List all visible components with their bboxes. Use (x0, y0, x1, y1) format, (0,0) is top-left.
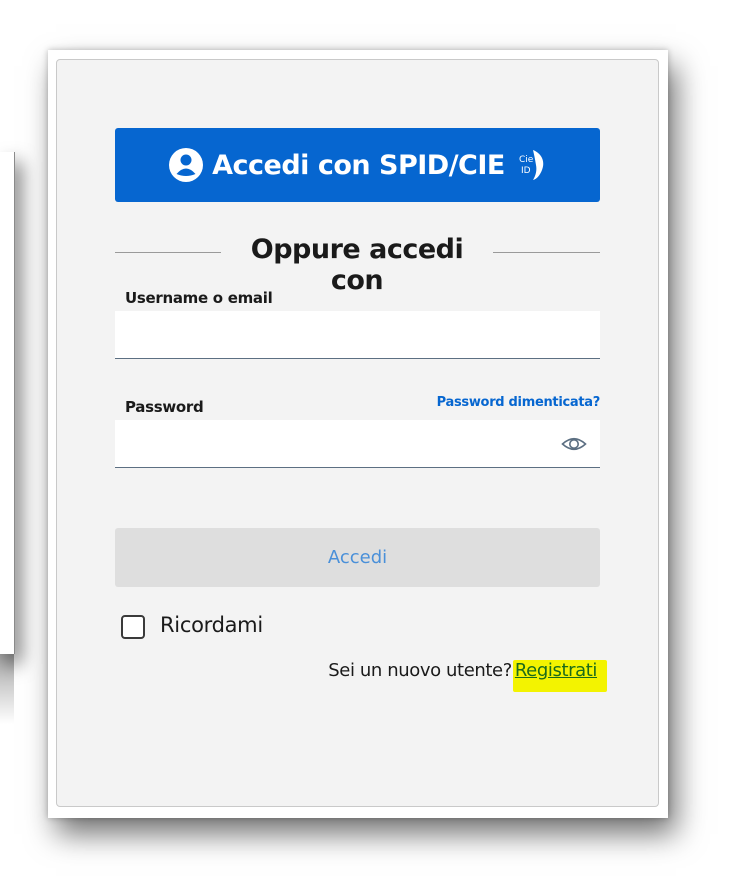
new-user-prompt: Sei un nuovo utente? (328, 660, 512, 681)
eye-icon[interactable] (561, 433, 587, 455)
forgot-password-link[interactable]: Password dimenticata? (437, 395, 601, 410)
username-label: Username o email (125, 289, 273, 307)
cie-badge-line2: ID (521, 166, 531, 176)
background-window-shadow (0, 654, 14, 724)
remember-me-checkbox[interactable] (121, 615, 145, 639)
divider-line-left (115, 252, 221, 253)
alternative-login-heading: Oppure accedi con (250, 234, 464, 296)
background-window (0, 152, 15, 654)
divider-line-right (493, 252, 600, 253)
user-circle-icon (169, 148, 204, 182)
password-input[interactable] (115, 420, 600, 468)
spid-cie-login-button[interactable]: Accedi con SPID/CIE Cie ID (115, 128, 600, 202)
password-label: Password (125, 398, 204, 416)
cie-badge-line1: Cie (519, 155, 534, 165)
spid-button-label: Accedi con SPID/CIE (212, 149, 505, 181)
username-input[interactable] (115, 311, 600, 359)
login-submit-button[interactable]: Accedi (115, 528, 600, 587)
register-link[interactable]: Registrati (512, 658, 600, 683)
new-user-row: Sei un nuovo utente? Registrati (328, 660, 600, 681)
cie-id-icon: Cie ID (519, 150, 544, 180)
remember-me-label: Ricordami (160, 613, 263, 637)
